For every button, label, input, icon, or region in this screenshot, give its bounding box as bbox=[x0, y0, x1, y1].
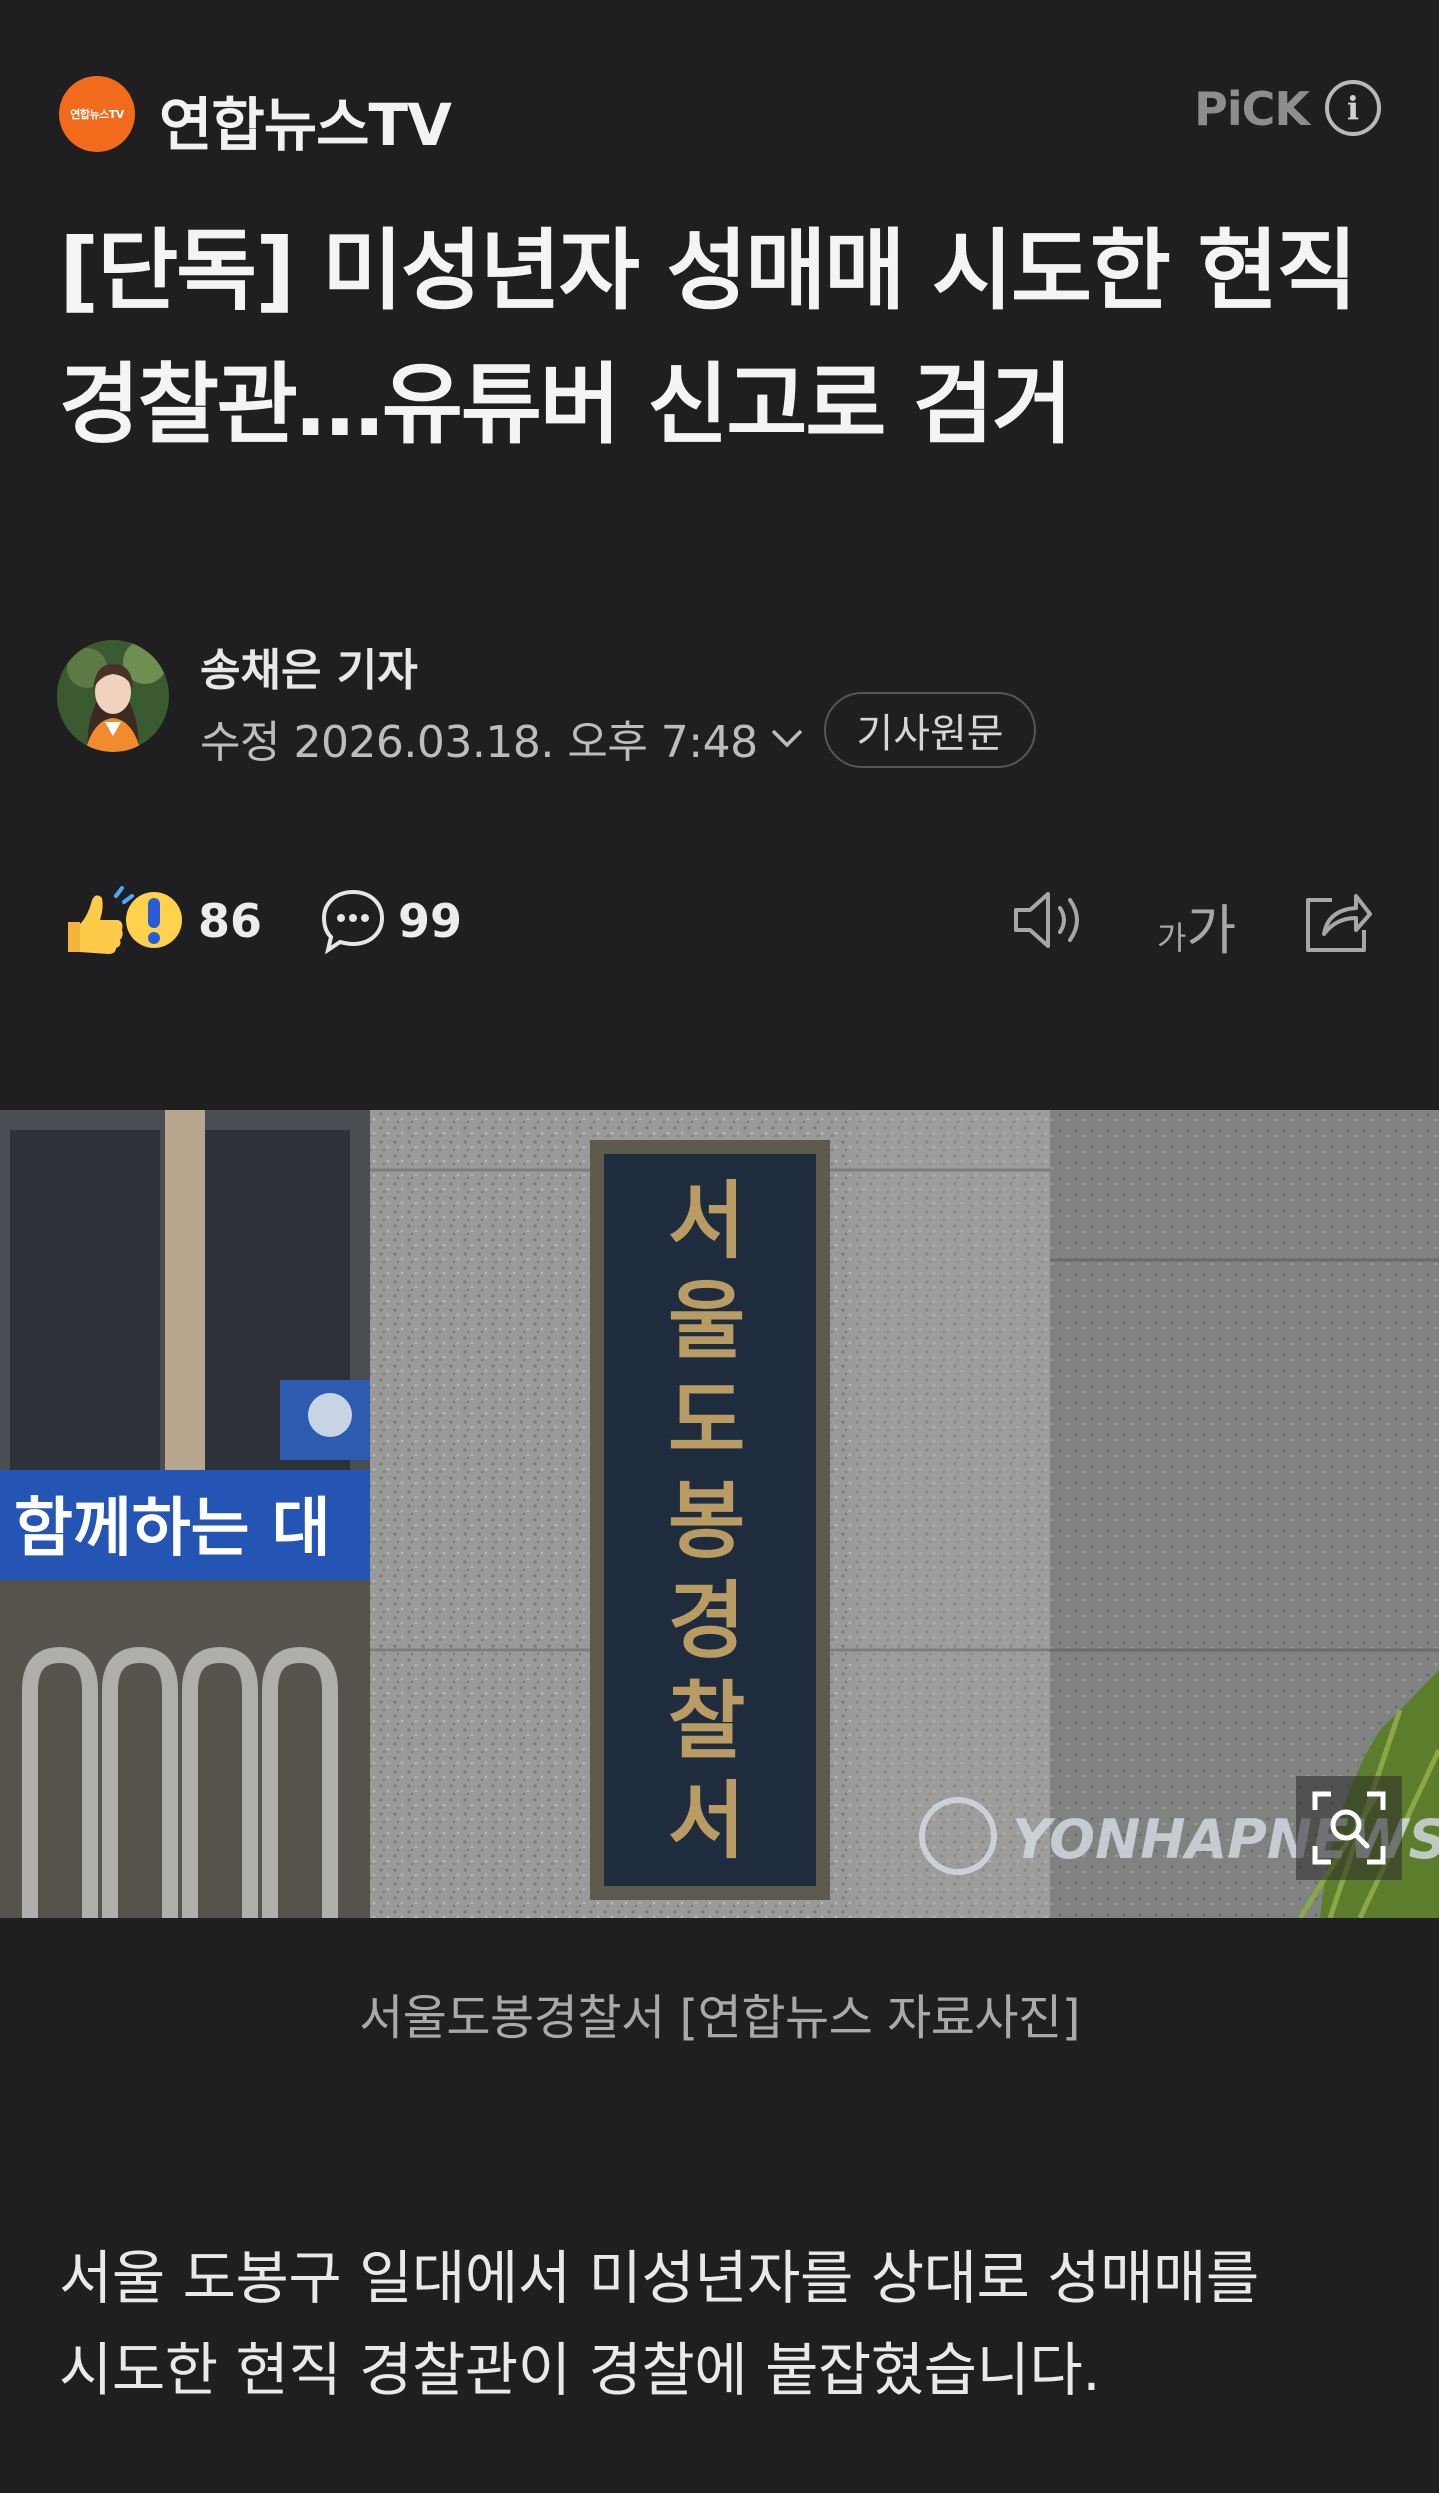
press-logo-text: 연합뉴스TV bbox=[70, 108, 124, 121]
font-size-button[interactable]: 가 가 bbox=[1157, 886, 1236, 962]
font-size-big-label: 가 bbox=[1186, 899, 1237, 962]
banner-text: 함께하는 대 bbox=[14, 1492, 331, 1566]
font-size-small-label: 가 bbox=[1157, 919, 1187, 957]
reporter-avatar[interactable] bbox=[57, 640, 169, 752]
info-icon[interactable]: i bbox=[1325, 80, 1381, 136]
speaker-icon[interactable] bbox=[1010, 888, 1084, 952]
zoom-button[interactable] bbox=[1296, 1776, 1402, 1880]
press-logo[interactable]: 연합뉴스TV bbox=[59, 76, 135, 152]
reaction-bar: 86 99 가 가 bbox=[62, 886, 1382, 962]
photo-caption: 서울도봉경찰서 [연합뉴스 자료사진] bbox=[359, 1990, 1080, 2046]
reporter-photo bbox=[57, 640, 169, 752]
zoom-icon bbox=[1312, 1791, 1386, 1865]
article-body: 서울 도봉구 일대에서 미성년자를 상대로 성매매를 시도한 현직 경찰관이 경… bbox=[59, 2244, 1259, 2404]
sign-text: 서 울 도 봉 경 찰 서 bbox=[668, 1171, 775, 1870]
speech-bubble-icon[interactable] bbox=[320, 888, 386, 954]
pick-badge: PiCK bbox=[1194, 82, 1310, 136]
police-station-image: 함께하는 대 서 울 도 봉 경 찰 서 YONHAPNEWS bbox=[0, 1110, 1439, 1918]
article-photo[interactable]: 함께하는 대 서 울 도 봉 경 찰 서 YONHAPNEWS bbox=[0, 1110, 1439, 1918]
share-icon[interactable] bbox=[1302, 886, 1374, 954]
article-timestamp[interactable]: 수정 2026.03.18. 오후 7:48 bbox=[200, 706, 804, 770]
chevron-down-icon bbox=[771, 729, 802, 748]
article-headline: [단독] 미성년자 성매매 시도한 현직 경찰관…유튜버 신고로 검거 bbox=[59, 219, 1357, 456]
press-name[interactable]: 연합뉴스TV bbox=[159, 78, 452, 162]
press-header: 연합뉴스TV 연합뉴스TV PiCK i bbox=[59, 74, 1381, 159]
reaction-count[interactable]: 86 bbox=[198, 894, 262, 948]
original-article-button[interactable]: 기사원문 bbox=[824, 692, 1036, 768]
reporter-name[interactable]: 송채은 기자 bbox=[200, 634, 418, 698]
comment-count[interactable]: 99 bbox=[398, 894, 462, 948]
thumbs-up-surprise-icon[interactable] bbox=[62, 886, 182, 956]
timestamp-text: 수정 2026.03.18. 오후 7:48 bbox=[200, 717, 758, 768]
